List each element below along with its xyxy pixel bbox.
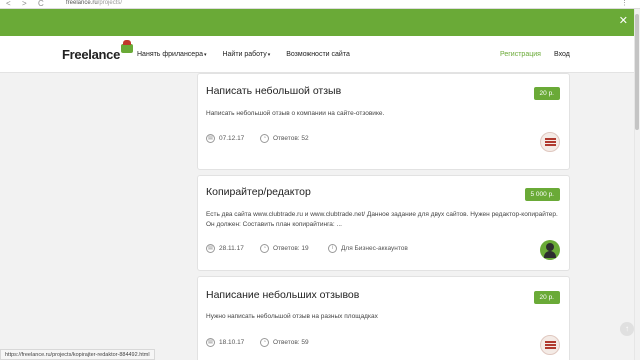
price-badge: 20 р. <box>533 87 560 100</box>
browser-menu-icon[interactable]: ⋮ <box>621 0 628 8</box>
business-only-note: i Для Бизнес-аккаунтов <box>328 244 408 253</box>
nav-hire-freelancer-label: Нанять фрилансера <box>137 51 203 58</box>
nav-site-features-label: Возможности сайта <box>286 51 350 58</box>
site-header: Freelance Нанять фрилансера▾ Найти работ… <box>0 36 634 73</box>
chevron-down-icon: ▾ <box>267 52 271 58</box>
project-date: ▤ 28.11.17 <box>206 244 244 253</box>
project-replies-value: Ответов: 52 <box>273 135 309 142</box>
chevron-down-icon: ▾ <box>204 52 207 58</box>
info-icon: i <box>328 244 337 253</box>
project-date-value: 18.10.17 <box>219 339 245 346</box>
status-bar-url: https://freelance.ru/projects/kopirajter… <box>0 349 155 360</box>
address-bar[interactable]: freelance.ru/projects/ <box>66 0 122 8</box>
calendar-icon: ▤ <box>206 244 215 253</box>
calendar-icon: ▤ <box>206 134 215 143</box>
scroll-to-top-icon[interactable]: ↑ <box>620 322 634 336</box>
login-link[interactable]: Вход <box>554 50 570 60</box>
project-replies: ◔ Ответов: 59 <box>260 338 309 347</box>
back-icon[interactable]: < <box>6 0 11 8</box>
replies-icon: ◔ <box>260 134 269 143</box>
price-badge: 5 000 р. <box>524 188 560 201</box>
person-avatar-icon[interactable] <box>540 240 560 260</box>
calendar-icon: ▤ <box>206 338 215 347</box>
reload-icon[interactable]: C <box>38 0 44 8</box>
site-logo[interactable]: Freelance <box>62 40 134 63</box>
nav-hire-freelancer[interactable]: Нанять фрилансера▾ <box>137 50 207 60</box>
price-badge: 20 р. <box>533 291 560 304</box>
close-icon[interactable]: ✕ <box>619 15 628 27</box>
project-title[interactable]: Написать небольшой отзыв <box>206 85 341 98</box>
project-card[interactable]: Написание небольших отзывов 20 р. Нужно … <box>197 276 570 360</box>
logo-badge-icon <box>121 40 134 53</box>
browser-toolbar: < > C freelance.ru/projects/ ⋮ <box>0 0 640 9</box>
top-banner: ✕ <box>0 9 634 36</box>
business-only-label: Для Бизнес-аккаунтов <box>341 245 408 252</box>
forward-icon[interactable]: > <box>22 0 27 8</box>
replies-icon: ◔ <box>260 244 269 253</box>
project-replies: ◔ Ответов: 52 <box>260 134 309 143</box>
project-replies-value: Ответов: 59 <box>273 339 309 346</box>
nav-site-features[interactable]: Возможности сайта <box>286 50 350 60</box>
striped-avatar-icon[interactable] <box>540 132 560 152</box>
project-replies: ◔ Ответов: 19 <box>260 244 309 253</box>
project-date-value: 07.12.17 <box>219 135 245 142</box>
project-description: Нужно написать небольшой отзыв на разных… <box>206 313 378 320</box>
project-title[interactable]: Написание небольших отзывов <box>206 289 359 302</box>
register-link[interactable]: Регистрация <box>500 50 541 60</box>
url-host: freelance.ru <box>66 0 98 6</box>
project-description: Написать небольшой отзыв о компании на с… <box>206 110 385 117</box>
project-card[interactable]: Копирайтер/редактор 5 000 р. Есть два са… <box>197 175 570 271</box>
project-date: ▤ 07.12.17 <box>206 134 244 143</box>
striped-avatar-icon[interactable] <box>540 335 560 355</box>
main-nav: Нанять фрилансера▾ Найти работу▾ Возможн… <box>137 50 364 60</box>
nav-find-work[interactable]: Найти работу▾ <box>222 50 270 60</box>
project-replies-value: Ответов: 19 <box>273 245 309 252</box>
project-card[interactable]: Написать небольшой отзыв 20 р. Написать … <box>197 73 570 170</box>
nav-find-work-label: Найти работу <box>222 51 267 58</box>
project-date-value: 28.11.17 <box>219 245 244 252</box>
project-date: ▤ 18.10.17 <box>206 338 244 347</box>
replies-icon: ◔ <box>260 338 269 347</box>
url-path: /projects/ <box>97 0 123 6</box>
project-description: Есть два сайта www.clubtrade.ru и www.cl… <box>206 211 558 228</box>
logo-text: Freelance <box>62 47 121 62</box>
project-title[interactable]: Копирайтер/редактор <box>206 186 311 199</box>
scrollbar-thumb[interactable] <box>635 14 639 130</box>
